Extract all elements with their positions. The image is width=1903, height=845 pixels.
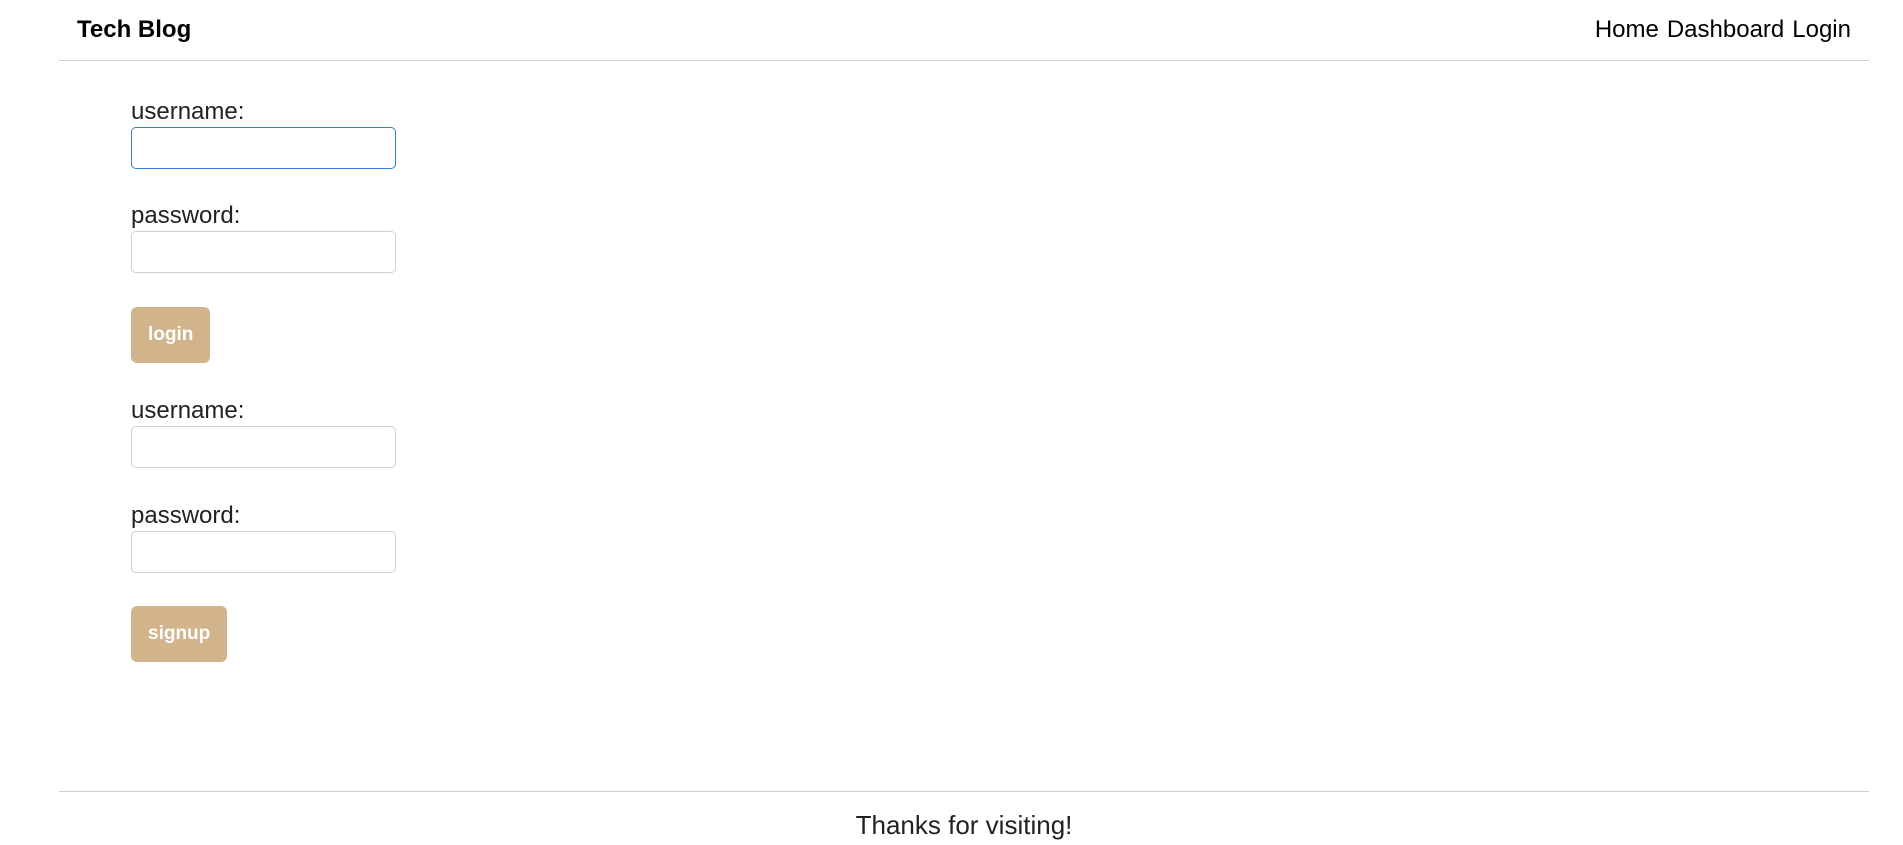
nav-link-login[interactable]: Login [1792, 16, 1851, 44]
login-username-input[interactable] [131, 127, 396, 169]
login-button[interactable]: login [131, 307, 211, 363]
nav-link-home[interactable]: Home [1595, 16, 1659, 44]
signup-password-label: password: [131, 502, 241, 529]
main-nav: Home Dashboard Login [1595, 16, 1851, 44]
signup-username-input[interactable] [131, 426, 396, 468]
login-password-input[interactable] [131, 231, 396, 273]
signup-button[interactable]: signup [131, 606, 228, 662]
nav-link-dashboard[interactable]: Dashboard [1667, 16, 1784, 44]
signup-username-label: username: [131, 397, 245, 424]
login-username-label: username: [131, 98, 245, 125]
site-footer: Thanks for visiting! [59, 791, 1869, 845]
site-header: Tech Blog Home Dashboard Login [59, 0, 1869, 61]
footer-message: Thanks for visiting! [855, 810, 1073, 840]
site-title: Tech Blog [77, 16, 192, 43]
page: Tech Blog Home Dashboard Login username:… [0, 0, 1903, 845]
login-password-label: password: [131, 202, 241, 229]
signup-password-input[interactable] [131, 531, 396, 573]
